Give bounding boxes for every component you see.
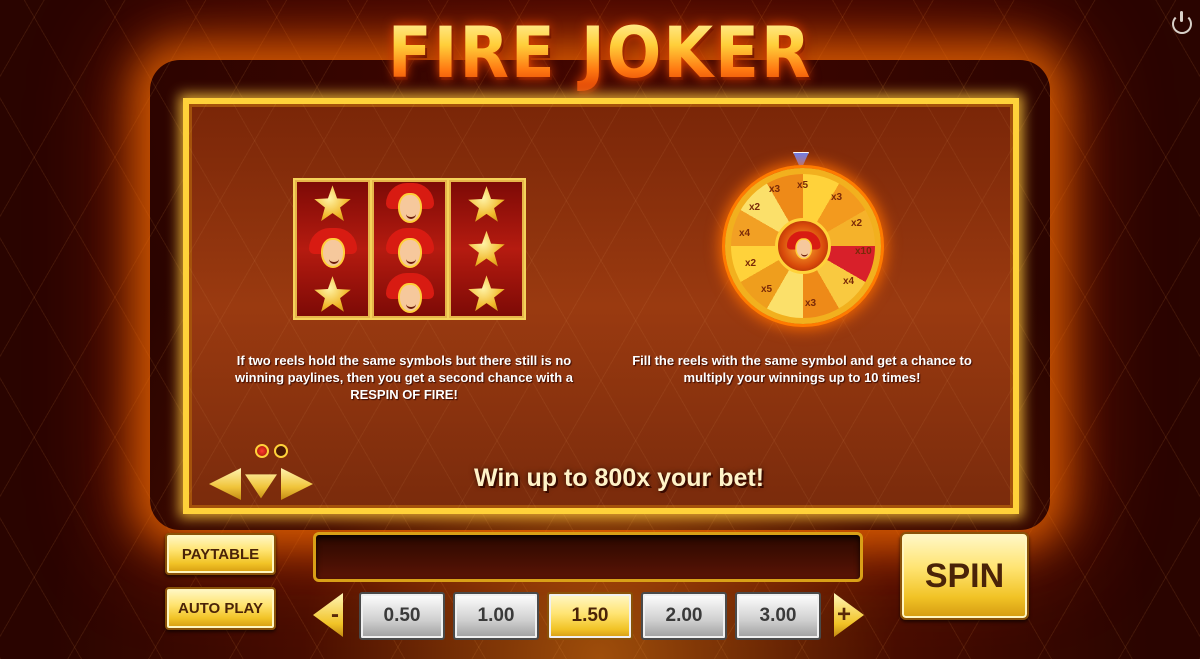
paytable-nav bbox=[209, 468, 313, 500]
wheel-multiplier: x2 bbox=[851, 218, 863, 229]
star-icon bbox=[314, 185, 351, 222]
wheel-multiplier: x5 bbox=[797, 180, 809, 191]
page-dot-1[interactable] bbox=[255, 444, 269, 458]
paytable-button[interactable]: PAYTABLE bbox=[165, 533, 276, 575]
joker-icon bbox=[384, 227, 436, 270]
bet-option-button[interactable]: 1.00 bbox=[453, 592, 539, 640]
star-icon bbox=[314, 276, 351, 312]
arrow-left-icon[interactable] bbox=[209, 468, 241, 500]
message-bar bbox=[313, 532, 863, 582]
wheel-multiplier: x2 bbox=[749, 202, 761, 213]
multiplier-wheel: x5 x3 x2 x10 x4 x3 x5 x2 x4 x2 x3 bbox=[725, 168, 881, 324]
wheel-multiplier: x3 bbox=[805, 298, 817, 309]
joker-icon bbox=[384, 272, 436, 315]
joker-icon bbox=[307, 227, 359, 270]
wheel-multiplier: x10 bbox=[855, 246, 872, 257]
arrow-down-icon[interactable] bbox=[245, 474, 277, 499]
bet-option-button-selected[interactable]: 1.50 bbox=[547, 592, 633, 640]
page-indicator bbox=[255, 444, 288, 458]
star-icon bbox=[468, 186, 505, 222]
bet-option-button[interactable]: 2.00 bbox=[641, 592, 727, 640]
joker-icon bbox=[786, 231, 821, 260]
wheel-hub bbox=[775, 218, 831, 274]
page-dot-2[interactable] bbox=[274, 444, 288, 458]
respin-description: If two reels hold the same symbols but t… bbox=[234, 353, 574, 402]
power-icon[interactable] bbox=[1172, 11, 1192, 34]
bet-option-button[interactable]: 0.50 bbox=[359, 592, 445, 640]
game-title: FIRE JOKER bbox=[48, 12, 1152, 94]
wheel-description: Fill the reels with the same symbol and … bbox=[632, 353, 972, 385]
bet-option-button[interactable]: 3.00 bbox=[735, 592, 821, 640]
arrow-right-icon[interactable] bbox=[281, 468, 313, 500]
reel-1 bbox=[295, 180, 370, 318]
star-icon bbox=[468, 275, 505, 312]
reels-illustration bbox=[293, 178, 526, 320]
wheel-multiplier: x5 bbox=[761, 284, 773, 295]
autoplay-button[interactable]: AUTO PLAY bbox=[165, 587, 276, 630]
reel-2 bbox=[372, 180, 447, 318]
wheel-multiplier: x4 bbox=[739, 228, 751, 239]
info-panel: x5 x3 x2 x10 x4 x3 x5 x2 x4 x2 x3 If two… bbox=[183, 98, 1019, 514]
wheel-multiplier: x4 bbox=[843, 276, 855, 287]
wheel-multiplier: x3 bbox=[769, 184, 781, 195]
joker-icon bbox=[384, 183, 436, 225]
wheel-multiplier: x2 bbox=[745, 258, 757, 269]
star-icon bbox=[468, 230, 505, 267]
wheel-multiplier: x3 bbox=[831, 192, 843, 203]
reel-3 bbox=[449, 180, 524, 318]
spin-button[interactable]: SPIN bbox=[900, 532, 1029, 620]
max-win-text: Win up to 800x your bet! bbox=[473, 464, 765, 492]
